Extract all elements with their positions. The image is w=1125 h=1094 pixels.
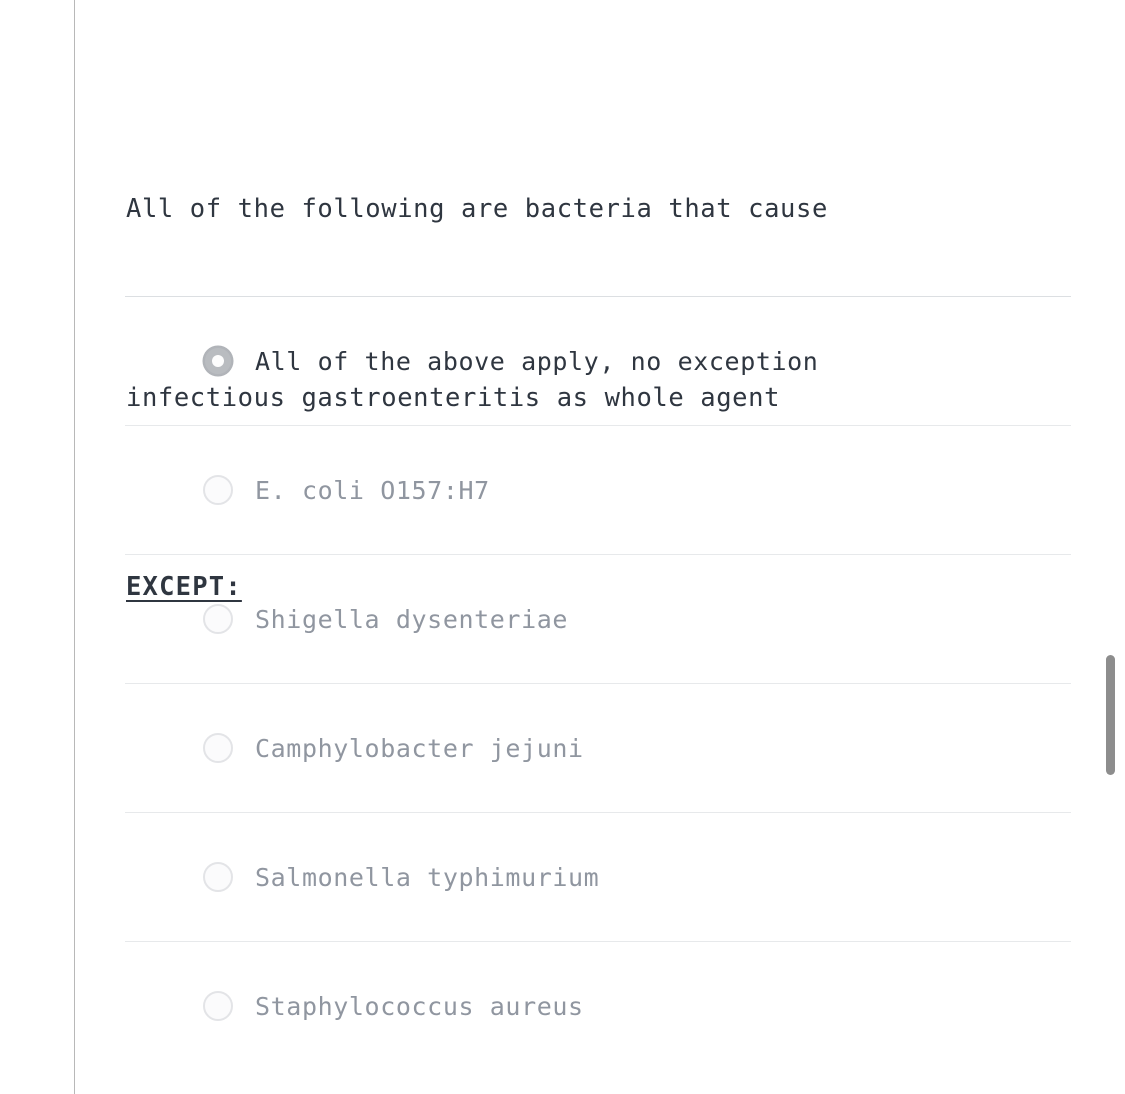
answer-option-row-6[interactable]: Staphylococcus aureus — [125, 942, 1071, 1070]
question-page: All of the following are bacteria that c… — [0, 0, 1125, 1094]
question-line-1: All of the following are bacteria that c… — [126, 194, 828, 224]
answer-option-row-1[interactable]: All of the above apply, no exception — [125, 297, 1071, 425]
answer-option-label-5: Salmonella typhimurium — [255, 862, 600, 892]
answer-option-label-1: All of the above apply, no exception — [255, 346, 819, 376]
radio-unselected-icon[interactable] — [203, 475, 233, 505]
vertical-scrollbar-thumb[interactable] — [1106, 655, 1115, 775]
radio-selected-icon[interactable] — [203, 346, 233, 376]
vertical-scrollbar-track[interactable] — [1105, 0, 1125, 1094]
radio-unselected-icon[interactable] — [203, 733, 233, 763]
radio-unselected-icon[interactable] — [203, 604, 233, 634]
radio-unselected-icon[interactable] — [203, 991, 233, 1021]
radio-unselected-icon[interactable] — [203, 862, 233, 892]
answer-option-label-6: Staphylococcus aureus — [255, 991, 584, 1021]
answer-option-row-3[interactable]: Shigella dysenteriae — [125, 555, 1071, 683]
answer-option-label-3: Shigella dysenteriae — [255, 604, 569, 634]
answer-option-label-2: E. coli O157:H7 — [255, 475, 490, 505]
answer-options-list: All of the above apply, no exception E. … — [125, 296, 1071, 1070]
answer-option-label-4: Camphylobacter jejuni — [255, 733, 584, 763]
answer-option-row-2[interactable]: E. coli O157:H7 — [125, 426, 1071, 554]
question-content-panel: All of the following are bacteria that c… — [75, 0, 1125, 1094]
answer-option-row-4[interactable]: Camphylobacter jejuni — [125, 684, 1071, 812]
answer-option-row-5[interactable]: Salmonella typhimurium — [125, 813, 1071, 941]
